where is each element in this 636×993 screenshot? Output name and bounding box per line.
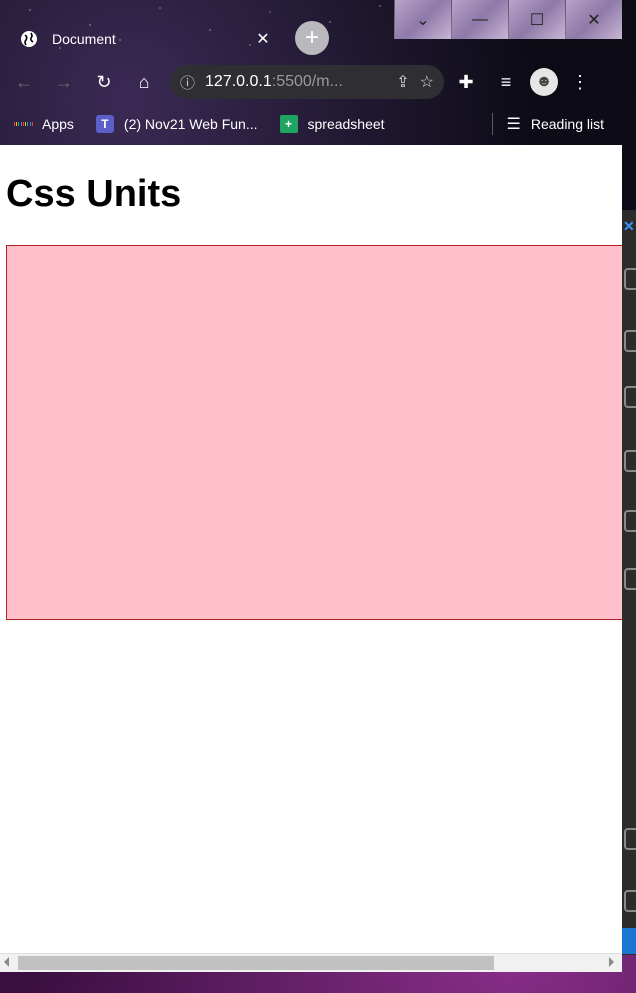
tab-close-icon[interactable]: ✕ — [254, 29, 272, 49]
account-icon[interactable] — [624, 828, 636, 850]
new-tab-button[interactable]: + — [295, 21, 329, 55]
vscode-activity-bar: ✕ — [622, 210, 636, 955]
close-window-button[interactable]: ✕ — [565, 0, 622, 39]
reading-list-icon: ☰ — [506, 116, 521, 133]
settings-gear-icon[interactable] — [624, 890, 636, 912]
bookmark-star-icon[interactable]: ☆ — [420, 72, 434, 92]
bookmark-label: (2) Nov21 Web Fun... — [123, 116, 258, 132]
explorer-icon[interactable] — [624, 268, 636, 290]
live-server-status-icon[interactable] — [622, 928, 636, 954]
bookmark-label: Apps — [42, 116, 74, 132]
extensions-icon[interactable] — [624, 510, 636, 532]
debug-icon[interactable] — [624, 450, 636, 472]
site-info-icon[interactable]: ⓘ — [180, 72, 195, 93]
address-bar[interactable]: ⓘ 127.0.0.1 :5500/m... ⇪ ☆ — [170, 65, 444, 99]
reading-list-label: Reading list — [530, 116, 604, 132]
minimize-button[interactable]: — — [451, 0, 508, 39]
menu-kebab-icon[interactable]: ⋮ — [564, 66, 596, 98]
bookmark-apps[interactable]: Apps — [14, 115, 74, 133]
bookmarks-divider — [491, 113, 493, 135]
tab-title: Document — [52, 31, 116, 47]
pink-box — [6, 245, 622, 620]
window-controls: ⌄ — ☐ ✕ — [394, 0, 622, 39]
apps-grid-icon — [14, 115, 32, 133]
page-viewport: Css Units — [0, 145, 622, 972]
page-heading: Css Units — [6, 173, 182, 215]
bookmarks-bar: Apps T (2) Nov21 Web Fun... + spreadshee… — [0, 106, 622, 142]
forward-icon[interactable]: → — [48, 66, 80, 98]
tab-search-button[interactable]: ⌄ — [394, 0, 451, 39]
browser-toolbar: ← → ↻ ⌂ ⓘ 127.0.0.1 :5500/m... ⇪ ☆ ✚ ≡ ☻… — [0, 58, 622, 106]
vscode-logo-icon: ✕ — [623, 218, 635, 234]
reading-list-button[interactable]: ☰ Reading list — [507, 114, 605, 134]
sheets-icon: + — [279, 115, 298, 133]
source-control-icon[interactable] — [624, 386, 636, 408]
scroll-right-arrow-icon[interactable] — [609, 957, 614, 967]
back-icon[interactable]: ← — [8, 66, 40, 98]
horizontal-scrollbar[interactable] — [0, 953, 622, 972]
address-host: 127.0.0.1 — [205, 73, 272, 90]
teams-icon: T — [95, 115, 114, 133]
globe-icon — [21, 31, 37, 47]
reload-icon[interactable]: ↻ — [88, 66, 120, 98]
browser-tab[interactable]: Document ✕ — [8, 22, 284, 56]
search-icon[interactable] — [624, 330, 636, 352]
remote-icon[interactable] — [624, 568, 636, 590]
profile-avatar[interactable]: ☻ — [530, 68, 558, 96]
extensions-puzzle-icon[interactable]: ✚ — [450, 66, 482, 98]
address-path: :5500/m... — [271, 73, 343, 90]
share-icon[interactable]: ⇪ — [396, 72, 409, 92]
scroll-left-arrow-icon[interactable] — [4, 957, 9, 967]
media-playlist-icon[interactable]: ≡ — [490, 66, 522, 98]
maximize-button[interactable]: ☐ — [508, 0, 565, 39]
bookmark-teams[interactable]: T (2) Nov21 Web Fun... — [95, 115, 258, 133]
bookmark-spreadsheet[interactable]: + spreadsheet — [279, 115, 385, 133]
home-icon[interactable]: ⌂ — [128, 66, 160, 98]
scrollbar-thumb[interactable] — [18, 956, 494, 970]
bookmark-label: spreadsheet — [307, 116, 385, 132]
